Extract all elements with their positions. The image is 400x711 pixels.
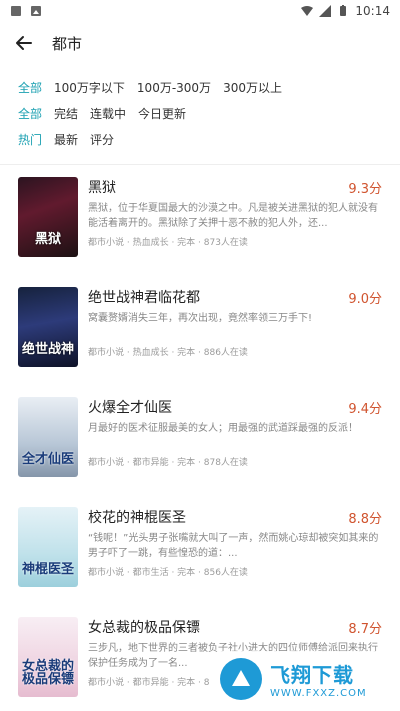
notification-icon bbox=[11, 6, 21, 16]
book-item[interactable]: 绝世战神 绝世战神君临花都 9.0分 窝囊赘婿消失三年，再次出现，竟然率领三万手… bbox=[0, 287, 400, 397]
filter-status-ongoing[interactable]: 连载中 bbox=[90, 105, 126, 122]
watermark-logo-icon bbox=[220, 658, 262, 700]
wifi-icon bbox=[301, 6, 314, 16]
book-description: 月最好的医术征服最美的女人；用最强的武道踩最强的反派！ bbox=[88, 423, 358, 434]
signal-icon bbox=[319, 5, 332, 17]
photo-icon bbox=[31, 6, 41, 16]
status-bar: 10:14 bbox=[0, 0, 400, 22]
filter-word-count-all[interactable]: 全部 bbox=[18, 79, 42, 96]
book-item[interactable]: 神棍医圣 校花的神棍医圣 8.8分 “钱呢！”光头男子张嘴就大叫了一声，然而姚心… bbox=[0, 507, 400, 617]
book-score: 9.4分 bbox=[348, 401, 382, 417]
book-score: 8.7分 bbox=[348, 621, 382, 637]
book-title: 火爆全才仙医 bbox=[88, 400, 172, 416]
filter-sort-rating[interactable]: 评分 bbox=[90, 131, 114, 148]
filter-status-all[interactable]: 全部 bbox=[18, 105, 42, 122]
book-score: 9.0分 bbox=[348, 291, 382, 307]
book-title: 女总裁的极品保镖 bbox=[88, 620, 200, 636]
book-cover-title: 女总裁的极品保镖 bbox=[21, 658, 74, 688]
filter-row-status: 全部 完结 连载中 今日更新 bbox=[18, 100, 382, 126]
filter-panel: 全部 100万字以下 100万-300万 300万以上 全部 完结 连载中 今日… bbox=[0, 64, 400, 165]
filter-status-updated-today[interactable]: 今日更新 bbox=[138, 105, 186, 122]
filter-word-count-under-1m[interactable]: 100万字以下 bbox=[54, 79, 125, 96]
book-cover: 神棍医圣 bbox=[18, 507, 78, 587]
book-list: 黑狱 黑狱 9.3分 黑狱，位于华夏国最大的沙漠之中。凡是被关进黑狱的犯人就没有… bbox=[0, 165, 400, 711]
book-item[interactable]: 黑狱 黑狱 9.3分 黑狱，位于华夏国最大的沙漠之中。凡是被关进黑狱的犯人就没有… bbox=[0, 177, 400, 287]
page-title: 都市 bbox=[52, 34, 83, 53]
filter-word-count-over-3m[interactable]: 300万以上 bbox=[223, 79, 282, 96]
battery-icon bbox=[340, 5, 347, 16]
filter-word-count-1m-3m[interactable]: 100万-300万 bbox=[137, 79, 211, 96]
book-meta: 都市小说 · 热血成长 · 完本 · 873人在读 bbox=[88, 238, 248, 248]
filter-row-word-count: 全部 100万字以下 100万-300万 300万以上 bbox=[18, 74, 382, 100]
book-cover-title: 黑狱 bbox=[34, 232, 61, 248]
app-bar: 都市 bbox=[0, 22, 400, 64]
watermark-text: 飞翔下载 bbox=[270, 663, 354, 687]
watermark-url: WWW.FXXZ.COM bbox=[270, 688, 367, 699]
book-cover: 黑狱 bbox=[18, 177, 78, 257]
arrow-left-icon bbox=[16, 36, 32, 50]
back-button[interactable] bbox=[12, 31, 36, 55]
filter-row-sort: 热门 最新 评分 bbox=[18, 126, 382, 152]
filter-status-finished[interactable]: 完结 bbox=[54, 105, 78, 122]
book-description: “钱呢！”光头男子张嘴就大叫了一声，然而姚心琼却被突如其来的男子吓了一跳，有些惶… bbox=[88, 533, 379, 559]
book-cover-title: 绝世战神 bbox=[21, 342, 74, 358]
book-meta: 都市小说 · 都市生活 · 完本 · 856人在读 bbox=[88, 568, 248, 578]
watermark: 飞翔下载 WWW.FXXZ.COM bbox=[214, 651, 394, 707]
book-title: 黑狱 bbox=[88, 180, 116, 196]
status-time: 10:14 bbox=[355, 4, 390, 18]
filter-sort-hot[interactable]: 热门 bbox=[18, 131, 42, 148]
book-score: 8.8分 bbox=[348, 511, 382, 527]
filter-sort-newest[interactable]: 最新 bbox=[54, 131, 78, 148]
book-meta: 都市小说 · 热血成长 · 完本 · 886人在读 bbox=[88, 348, 248, 358]
book-cover: 全才仙医 bbox=[18, 397, 78, 477]
book-title: 绝世战神君临花都 bbox=[88, 290, 200, 306]
book-cover-title: 全才仙医 bbox=[21, 452, 74, 468]
book-title: 校花的神棍医圣 bbox=[88, 510, 186, 526]
book-item[interactable]: 全才仙医 火爆全才仙医 9.4分 月最好的医术征服最美的女人；用最强的武道踩最强… bbox=[0, 397, 400, 507]
book-cover-title: 神棍医圣 bbox=[21, 562, 74, 578]
book-meta: 都市小说 · 都市异能 · 完本 · 878人在读 bbox=[88, 458, 248, 468]
book-description: 黑狱，位于华夏国最大的沙漠之中。凡是被关进黑狱的犯人就没有能活着离开的。黑狱除了… bbox=[88, 203, 378, 229]
book-score: 9.3分 bbox=[348, 181, 382, 197]
book-cover: 绝世战神 bbox=[18, 287, 78, 367]
book-description: 窝囊赘婿消失三年，再次出现，竟然率领三万手下! bbox=[88, 313, 313, 324]
book-cover: 女总裁的极品保镖 bbox=[18, 617, 78, 697]
